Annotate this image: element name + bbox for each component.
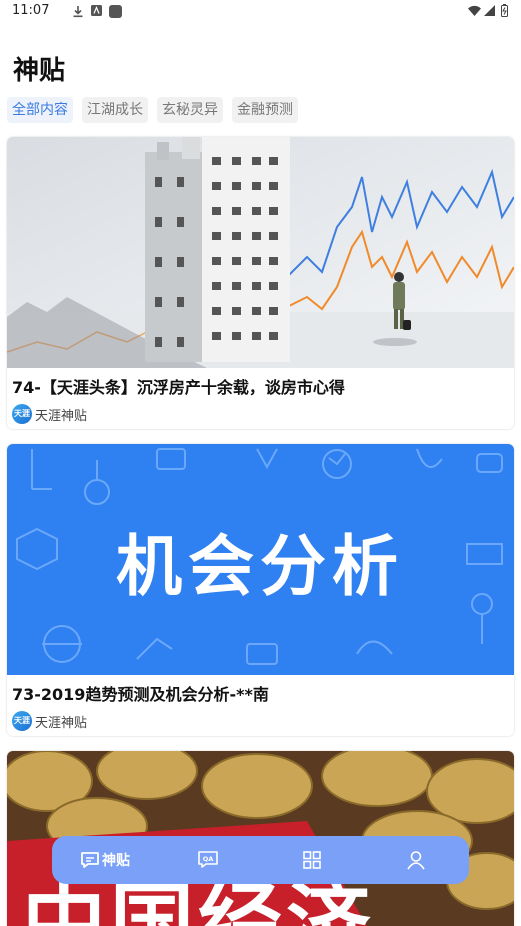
nav-item-grid[interactable] <box>302 836 322 884</box>
post-title: 74-【天涯头条】沉浮房产十余载，谈房市心得 <box>12 378 345 397</box>
square-notification-icon <box>109 5 122 18</box>
source-logo: 天涯 <box>12 404 32 424</box>
post-image-building-chart <box>7 137 514 368</box>
source-logo: 天涯 <box>12 711 32 731</box>
post-source: 天涯 天涯神贴 <box>7 398 514 424</box>
battery-icon <box>501 4 508 17</box>
status-bar: 11:07 <box>0 0 521 24</box>
nav-item-qa[interactable]: QA <box>197 836 219 884</box>
chat-icon <box>81 852 99 868</box>
tab-finance[interactable]: 金融预测 <box>232 97 298 123</box>
bottom-nav: 神贴 QA <box>52 836 469 884</box>
tab-mystery[interactable]: 玄秘灵异 <box>157 97 223 123</box>
qa-icon: QA <box>198 851 218 868</box>
tab-all[interactable]: 全部内容 <box>7 97 73 123</box>
nav-item-profile[interactable] <box>406 836 426 884</box>
nav-label: 神贴 <box>102 853 130 869</box>
svg-text:QA: QA <box>203 855 214 863</box>
post-image-opportunity: 机会分析 <box>7 444 514 675</box>
signal-icon <box>484 5 495 16</box>
page-title: 神贴 <box>13 56 66 86</box>
source-name: 天涯神贴 <box>35 408 88 424</box>
post-image-text: 机会分析 <box>116 528 404 605</box>
tab-jianghu[interactable]: 江湖成长 <box>82 97 148 123</box>
app-notification-icon <box>91 5 102 16</box>
wifi-icon <box>468 5 481 16</box>
post-source: 天涯 天涯神贴 <box>7 705 514 731</box>
post-card[interactable]: 机会分析 73-2019趋势预测及机会分析-**南 天涯 天涯神贴 <box>7 444 514 736</box>
person-icon <box>407 851 425 870</box>
post-card[interactable]: 74-【天涯头条】沉浮房产十余载，谈房市心得 天涯 天涯神贴 <box>7 137 514 429</box>
grid-icon <box>303 851 321 869</box>
category-tabs: 全部内容 江湖成长 玄秘灵异 金融预测 <box>7 97 298 123</box>
post-title: 73-2019趋势预测及机会分析-**南 <box>12 685 269 704</box>
nav-item-posts[interactable]: 神贴 <box>80 836 130 884</box>
download-icon <box>73 6 83 18</box>
status-time: 11:07 <box>12 3 50 18</box>
source-name: 天涯神贴 <box>35 715 88 731</box>
